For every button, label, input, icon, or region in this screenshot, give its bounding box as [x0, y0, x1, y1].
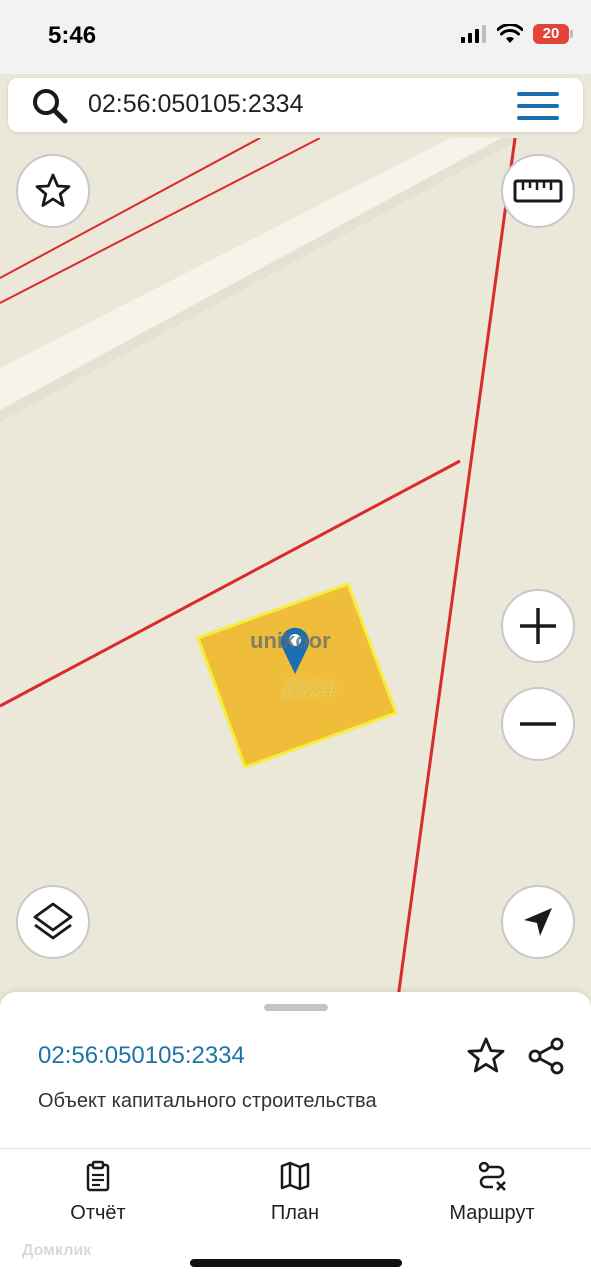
share-icon[interactable] — [526, 1036, 566, 1076]
wifi-icon — [497, 24, 523, 43]
map-view[interactable]: unikoor 2334 — [0, 138, 591, 998]
layers-button[interactable] — [16, 885, 90, 959]
favorite-star-icon[interactable] — [466, 1036, 506, 1076]
brand-watermark: Домклик — [22, 1242, 92, 1259]
ruler-icon — [513, 179, 563, 203]
battery-indicator: 20 — [533, 24, 573, 44]
zoom-in-button[interactable] — [501, 589, 575, 663]
ruler-button[interactable] — [501, 154, 575, 228]
status-time: 5:46 — [48, 22, 97, 49]
tab-plan-label: План — [270, 1202, 320, 1224]
navigation-arrow-icon — [524, 908, 552, 936]
clipboard-icon — [86, 1160, 110, 1192]
search-bar[interactable]: 02:56:050105:2334 — [8, 78, 583, 132]
info-sheet: 02:56:050105:2334 Объект капитального ст… — [0, 992, 591, 1280]
signal-icon — [461, 25, 486, 43]
tab-report[interactable]: Отчёт — [18, 1160, 178, 1225]
route-icon — [478, 1161, 506, 1191]
star-icon — [35, 173, 71, 207]
sheet-drag-handle[interactable] — [264, 1004, 328, 1011]
cadastral-number[interactable]: 02:56:050105:2334 — [38, 1042, 245, 1070]
home-indicator[interactable] — [190, 1259, 402, 1267]
map-canvas[interactable] — [0, 138, 591, 998]
tab-route-label: Маршрут — [449, 1202, 535, 1224]
sheet-divider — [0, 1148, 591, 1149]
status-indicators: 20 — [461, 24, 573, 44]
minus-icon — [520, 722, 556, 726]
plus-icon — [520, 608, 556, 644]
favorite-button[interactable] — [16, 154, 90, 228]
search-input[interactable]: 02:56:050105:2334 — [88, 90, 304, 119]
map-watermark: unikoor — [250, 628, 331, 653]
layers-icon — [33, 902, 73, 940]
status-bar: 5:46 20 — [0, 0, 591, 74]
map-icon — [280, 1161, 310, 1191]
search-icon[interactable] — [30, 86, 70, 126]
tab-plan[interactable]: План — [215, 1160, 375, 1225]
parcel-label[interactable]: 2334 — [282, 676, 335, 704]
zoom-out-button[interactable] — [501, 687, 575, 761]
object-type: Объект капитального строительства — [38, 1090, 377, 1112]
tab-route[interactable]: Маршрут — [412, 1160, 572, 1225]
menu-icon[interactable] — [515, 86, 561, 126]
locate-button[interactable] — [501, 885, 575, 959]
tab-report-label: Отчёт — [70, 1202, 126, 1224]
boundary-line — [396, 138, 517, 998]
